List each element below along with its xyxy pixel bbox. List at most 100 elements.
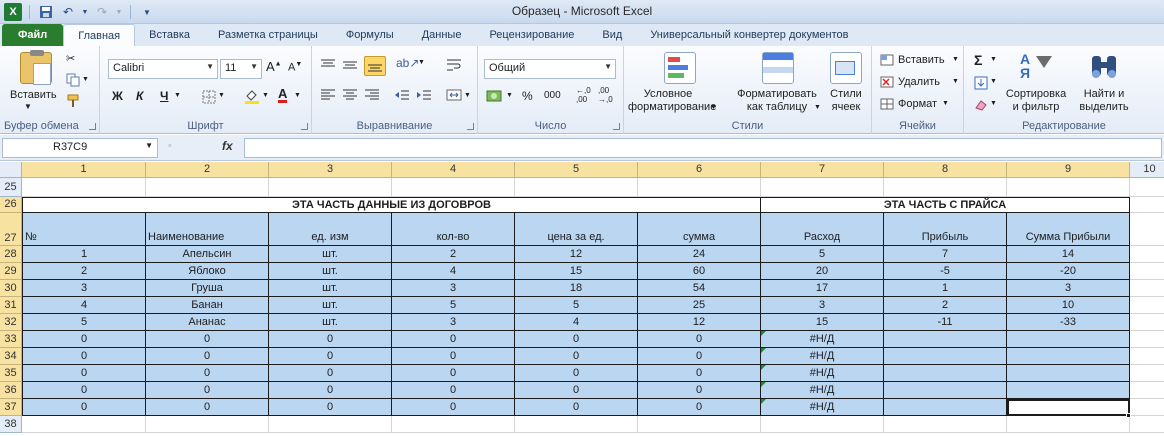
row-header[interactable]: 28 <box>0 246 22 263</box>
table-cell[interactable]: 4 <box>515 314 638 331</box>
paste-dropdown-icon[interactable]: ▼ <box>24 102 32 111</box>
table-cell[interactable]: 0 <box>638 331 761 348</box>
merge-center-icon[interactable] <box>446 88 462 105</box>
sort-filter-icon[interactable]: АЯ <box>1020 52 1052 84</box>
cell[interactable] <box>1130 178 1164 197</box>
table-cell[interactable]: шт. <box>269 246 392 263</box>
format-as-table-line1[interactable]: Форматировать <box>734 88 820 100</box>
cell[interactable] <box>638 178 761 197</box>
row-header[interactable]: 32 <box>0 314 22 331</box>
table-cell[interactable] <box>1007 399 1130 416</box>
italic-button[interactable]: К <box>136 89 143 103</box>
table-cell[interactable]: 0 <box>22 399 146 416</box>
cell[interactable] <box>515 416 638 433</box>
table-cell[interactable]: 0 <box>638 382 761 399</box>
table-cell[interactable] <box>884 331 1007 348</box>
table-cell[interactable]: 5 <box>761 246 884 263</box>
table-cell[interactable]: шт. <box>269 314 392 331</box>
column-header[interactable]: 4 <box>392 162 515 178</box>
decrease-indent-icon[interactable] <box>394 88 410 105</box>
cut-icon[interactable]: ✂ <box>66 52 75 65</box>
cell-styles-line2[interactable]: ячеек <box>824 101 868 113</box>
table-cell[interactable]: -33 <box>1007 314 1130 331</box>
insert-cells-button[interactable]: Вставить <box>898 54 945 66</box>
table-cell[interactable]: 2 <box>392 246 515 263</box>
table-cell[interactable]: #Н/Д <box>761 365 884 382</box>
clear-icon[interactable] <box>974 98 988 115</box>
table-cell[interactable]: 0 <box>146 331 269 348</box>
thousands-separator-button[interactable]: 000 <box>544 90 561 101</box>
tab-document-converter[interactable]: Универсальный конвертер документов <box>636 24 862 46</box>
merge-dropdown-icon[interactable]: ▼ <box>464 92 471 99</box>
font-size-select[interactable]: 11 ▼ <box>220 59 262 79</box>
align-middle-icon[interactable] <box>342 58 358 75</box>
table-cell[interactable] <box>1007 331 1130 348</box>
row-header[interactable]: 34 <box>0 348 22 365</box>
fill-color-icon[interactable] <box>244 88 260 107</box>
table-cell[interactable]: 0 <box>515 365 638 382</box>
table-cell[interactable] <box>884 348 1007 365</box>
table-cell[interactable] <box>1007 348 1130 365</box>
table-cell[interactable]: 0 <box>146 348 269 365</box>
table-cell[interactable]: 24 <box>638 246 761 263</box>
cell[interactable] <box>1130 399 1164 416</box>
insert-cells-icon[interactable] <box>880 54 894 69</box>
increase-decimal-icon[interactable]: ←,0,00 <box>576 86 591 104</box>
insert-function-icon[interactable]: fx <box>222 139 233 153</box>
sort-filter-line1[interactable]: Сортировка <box>1004 88 1068 100</box>
decrease-decimal-icon[interactable]: ,00 →,0 <box>598 86 613 104</box>
table-header-cell[interactable]: ед. изм <box>269 213 392 246</box>
alignment-launcher-icon[interactable] <box>467 123 474 130</box>
cell[interactable] <box>1130 382 1164 399</box>
delete-cells-button[interactable]: Удалить <box>898 76 940 88</box>
select-all-corner[interactable] <box>0 162 22 178</box>
cell[interactable] <box>146 416 269 433</box>
cell[interactable] <box>884 416 1007 433</box>
row-header[interactable]: 30 <box>0 280 22 297</box>
table-cell[interactable] <box>1007 382 1130 399</box>
column-header[interactable]: 9 <box>1007 162 1130 178</box>
cell[interactable] <box>1130 416 1164 433</box>
format-as-table-line2[interactable]: как таблицу <box>734 101 820 113</box>
table-cell[interactable]: Ананас <box>146 314 269 331</box>
cell[interactable] <box>269 178 392 197</box>
table-cell[interactable]: 4 <box>392 263 515 280</box>
row-header[interactable]: 36 <box>0 382 22 399</box>
table-cell[interactable]: 0 <box>392 382 515 399</box>
table-cell[interactable]: 3 <box>392 314 515 331</box>
table-cell[interactable]: Яблоко <box>146 263 269 280</box>
table-cell[interactable]: 15 <box>761 314 884 331</box>
align-bottom-icon[interactable] <box>364 56 386 76</box>
align-center-icon[interactable] <box>342 88 358 105</box>
cell[interactable] <box>392 178 515 197</box>
currency-dropdown-icon[interactable]: ▼ <box>506 92 513 99</box>
table-cell[interactable]: -20 <box>1007 263 1130 280</box>
table-cell[interactable]: 3 <box>22 280 146 297</box>
align-left-icon[interactable] <box>320 88 336 105</box>
cell[interactable] <box>1007 178 1130 197</box>
table-header-cell[interactable]: цена за ед. <box>515 213 638 246</box>
table-cell[interactable]: 20 <box>761 263 884 280</box>
table-cell[interactable]: Апельсин <box>146 246 269 263</box>
table-cell[interactable]: 0 <box>638 348 761 365</box>
table-cell[interactable] <box>884 382 1007 399</box>
table-cell[interactable]: 0 <box>22 382 146 399</box>
table-cell[interactable]: 3 <box>1007 280 1130 297</box>
table-cell[interactable]: 0 <box>146 365 269 382</box>
table-cell[interactable]: #Н/Д <box>761 399 884 416</box>
cell[interactable] <box>22 178 146 197</box>
table-cell[interactable]: 5 <box>392 297 515 314</box>
find-select-line1[interactable]: Найти и <box>1072 88 1136 100</box>
row-header[interactable]: 31 <box>0 297 22 314</box>
currency-icon[interactable] <box>486 89 504 106</box>
format-as-table-dropdown-icon[interactable]: ▼ <box>814 104 821 111</box>
table-cell[interactable]: 60 <box>638 263 761 280</box>
table-header-cell[interactable]: Наименование <box>146 213 269 246</box>
table-cell[interactable]: 0 <box>22 331 146 348</box>
table-cell[interactable]: 0 <box>515 399 638 416</box>
cell[interactable] <box>1130 297 1164 314</box>
delete-cells-icon[interactable] <box>880 76 894 91</box>
cell[interactable] <box>22 416 146 433</box>
tab-data[interactable]: Данные <box>408 24 476 46</box>
table-cell[interactable]: 0 <box>392 365 515 382</box>
